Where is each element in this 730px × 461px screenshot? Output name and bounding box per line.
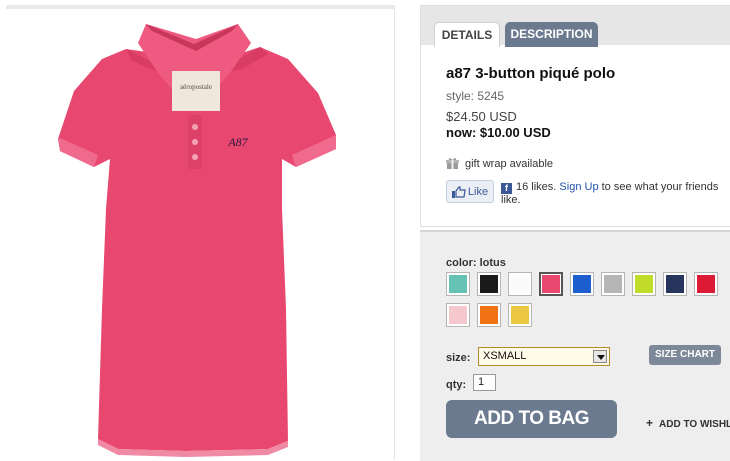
- logo-embroidery: A87: [227, 135, 248, 149]
- button-3: [192, 154, 198, 160]
- facebook-icon: f: [501, 183, 512, 194]
- facebook-likes-text: f 16 likes. Sign Up to see what your frie…: [501, 181, 726, 207]
- size-select-value: XSMALL: [483, 350, 527, 362]
- details-panel: DETAILS DESCRIPTION a87 3-button piqué p…: [420, 5, 730, 227]
- button-2: [192, 139, 198, 145]
- swatch-red[interactable]: [694, 272, 718, 296]
- thumbs-up-icon: [451, 185, 466, 198]
- swatch-fill: [480, 275, 498, 293]
- qty-label: qty:: [446, 379, 467, 391]
- swatch-yellow[interactable]: [508, 303, 532, 327]
- chevron-down-icon[interactable]: [593, 350, 607, 363]
- product-info-column: DETAILS DESCRIPTION a87 3-button piqué p…: [420, 5, 730, 461]
- swatch-fill: [480, 306, 498, 324]
- add-to-bag-button[interactable]: ADD TO BAG: [446, 400, 617, 438]
- swatch-fill: [573, 275, 591, 293]
- color-label: color: lotus: [446, 257, 506, 269]
- sale-price: now: $10.00 USD: [446, 125, 551, 140]
- swatch-teal[interactable]: [446, 272, 470, 296]
- tab-description[interactable]: DESCRIPTION: [505, 22, 598, 47]
- swatch-fill: [511, 275, 529, 293]
- add-to-wishlist-link[interactable]: + ADD TO WISHL: [646, 416, 730, 430]
- swatch-fill: [666, 275, 684, 293]
- swatch-navy[interactable]: [663, 272, 687, 296]
- swatch-lime[interactable]: [632, 272, 656, 296]
- gift-wrap-label: gift wrap available: [465, 157, 554, 170]
- swatch-fill: [635, 275, 653, 293]
- swatch-fill: [511, 306, 529, 324]
- swatch-blue[interactable]: [570, 272, 594, 296]
- swatch-fill: [449, 306, 467, 324]
- swatch-fill: [604, 275, 622, 293]
- wishlist-label: ADD TO WISHL: [659, 419, 730, 430]
- brand-tag: [172, 71, 220, 111]
- size-chart-button[interactable]: SIZE CHART: [649, 345, 721, 365]
- swatch-fill: [697, 275, 715, 293]
- gift-icon: [446, 158, 459, 169]
- product-title: a87 3-button piqué polo: [446, 65, 616, 82]
- brand-tag-text: aéropostale: [180, 83, 212, 91]
- gift-wrap-note: gift wrap available: [446, 157, 553, 170]
- options-panel: color: lotus size: XSMALL SIZE CHART qty…: [420, 230, 730, 461]
- button-1: [192, 124, 198, 130]
- swatch-fill: [542, 275, 560, 293]
- facebook-like-button[interactable]: Like: [446, 180, 494, 203]
- product-image[interactable]: aéropostale A87: [6, 9, 395, 460]
- likes-count: 16 likes.: [516, 181, 557, 193]
- swatch-orange[interactable]: [477, 303, 501, 327]
- swatch-heather-gray[interactable]: [601, 272, 625, 296]
- product-image-panel: aéropostale A87: [6, 5, 395, 460]
- tab-details[interactable]: DETAILS: [434, 22, 500, 47]
- size-label: size:: [446, 352, 471, 364]
- swatch-fill: [449, 275, 467, 293]
- swatch-lotus[interactable]: [539, 272, 563, 296]
- like-label: Like: [467, 185, 489, 198]
- qty-input[interactable]: 1: [473, 374, 496, 391]
- swatch-light-pink[interactable]: [446, 303, 470, 327]
- size-select[interactable]: XSMALL: [478, 347, 610, 366]
- product-style: style: 5245: [446, 89, 505, 103]
- signup-link[interactable]: Sign Up: [559, 181, 598, 193]
- swatch-black[interactable]: [477, 272, 501, 296]
- original-price: $24.50 USD: [446, 109, 517, 124]
- swatch-white[interactable]: [508, 272, 532, 296]
- plus-icon: +: [646, 416, 654, 430]
